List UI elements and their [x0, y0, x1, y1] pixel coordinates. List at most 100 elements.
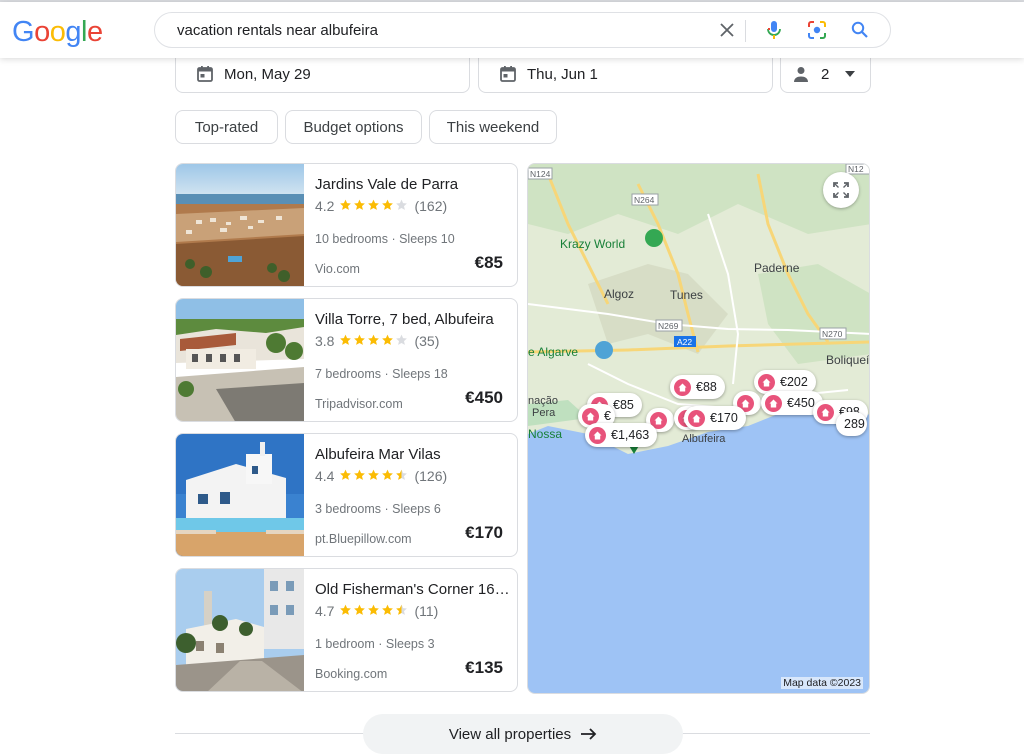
- checkout-date-picker[interactable]: Thu, Jun 1: [478, 56, 773, 93]
- guests-selector[interactable]: 2: [780, 56, 871, 93]
- view-all-label: View all properties: [448, 725, 572, 743]
- listing-rating: 3.8 (35): [315, 333, 439, 349]
- search-icon[interactable]: [848, 18, 872, 42]
- property-photo: [176, 164, 304, 286]
- microphone-icon[interactable]: [762, 18, 786, 42]
- star-icon: [395, 333, 409, 349]
- place-label: Tunes: [670, 288, 703, 302]
- price-badge: €135: [459, 653, 509, 683]
- star-icon: [339, 468, 353, 484]
- park-marker-icon[interactable]: [645, 229, 663, 247]
- listing-details: 1 bedroom · Sleeps 3: [315, 637, 435, 651]
- property-photo: [176, 299, 304, 421]
- star-icon: [367, 468, 381, 484]
- listing-rating: 4.7 (11): [315, 603, 438, 619]
- listing-title[interactable]: Jardins Vale de Parra: [315, 176, 511, 193]
- listing-source: Tripadvisor.com: [315, 397, 403, 411]
- clear-icon[interactable]: [715, 18, 739, 42]
- house-icon: [688, 409, 705, 427]
- listing-card[interactable]: €170 Albufeira Mar Vilas 4.4 (126) 3 bed…: [175, 433, 518, 557]
- star-icon: [339, 333, 353, 349]
- bedrooms: 3 bedrooms: [315, 502, 382, 516]
- price-pin[interactable]: €1,463: [585, 423, 658, 447]
- listing-details: 7 bedrooms · Sleeps 18: [315, 367, 448, 381]
- house-icon: [765, 394, 782, 412]
- place-label: e Algarve: [528, 345, 578, 359]
- place-label: Krazy World: [560, 237, 625, 251]
- checkin-date-picker[interactable]: Mon, May 29: [175, 56, 470, 93]
- pin-price: €1,463: [611, 428, 650, 442]
- house-icon: [817, 403, 834, 421]
- listing-title[interactable]: Old Fisherman's Corner 16 ...: [315, 581, 511, 598]
- chip-top-rated[interactable]: Top-rated: [175, 110, 278, 144]
- bedrooms: 7 bedrooms: [315, 367, 382, 381]
- rating-value: 4.4: [315, 468, 335, 484]
- review-count: (11): [414, 603, 439, 619]
- chevron-down-icon: [845, 71, 856, 77]
- star-icon: [339, 603, 353, 619]
- star-rating: [339, 468, 409, 484]
- road-label: N12: [848, 164, 864, 174]
- calendar-icon: [197, 66, 213, 82]
- pin-price: €85: [613, 398, 634, 412]
- fullscreen-icon: [833, 182, 849, 198]
- listing-title[interactable]: Villa Torre, 7 bed, Albufeira: [315, 311, 511, 328]
- star-icon: [353, 468, 367, 484]
- price-badge: €85: [468, 248, 509, 278]
- star-icon: [381, 333, 395, 349]
- listing-source: Vio.com: [315, 262, 360, 276]
- rentals-map[interactable]: N124 N264 N269 A22 N270 N12 Krazy World …: [527, 163, 870, 694]
- star-icon: [367, 603, 381, 619]
- road-label: N264: [634, 195, 655, 205]
- star-icon: [381, 198, 395, 214]
- lens-icon[interactable]: [805, 18, 829, 42]
- price-pin[interactable]: €88: [670, 375, 725, 399]
- property-photo: [176, 569, 304, 691]
- chip-this-weekend[interactable]: This weekend: [429, 110, 557, 144]
- listing-card[interactable]: €450 Villa Torre, 7 bed, Albufeira 3.8 (…: [175, 298, 518, 422]
- price-pin[interactable]: €170: [684, 406, 746, 430]
- review-count: (126): [414, 468, 448, 484]
- star-rating: [339, 333, 409, 349]
- listing-title[interactable]: Albufeira Mar Vilas: [315, 446, 511, 463]
- star-icon: [367, 333, 381, 349]
- house-icon: [674, 378, 691, 396]
- view-all-properties-button[interactable]: View all properties: [363, 714, 683, 754]
- listing-rating: 4.4 (126): [315, 468, 447, 484]
- arrow-right-icon: [581, 728, 597, 740]
- search-divider: [745, 20, 746, 42]
- review-count: (35): [414, 333, 440, 349]
- price-pin[interactable]: 289: [836, 412, 867, 436]
- expand-map-button[interactable]: [823, 172, 859, 208]
- sleeps: Sleeps 6: [392, 502, 441, 516]
- listing-source: Booking.com: [315, 667, 388, 681]
- pin-price: €: [604, 409, 611, 423]
- pin-price: €450: [787, 396, 815, 410]
- star-icon: [381, 603, 395, 619]
- listing-details: 10 bedrooms · Sleeps 10: [315, 232, 455, 246]
- property-photo: [176, 434, 304, 556]
- search-header: Google vacation rentals near albufeira: [0, 2, 1024, 58]
- bedrooms: 1 bedroom: [315, 637, 375, 651]
- road-label: N270: [822, 329, 843, 339]
- search-input[interactable]: vacation rentals near albufeira: [177, 22, 378, 39]
- listing-rating: 4.2 (162): [315, 198, 447, 214]
- star-rating: [339, 198, 409, 214]
- attraction-marker-icon[interactable]: [595, 341, 613, 359]
- place-label: Pera: [532, 407, 556, 419]
- sleeps: Sleeps 10: [399, 232, 455, 246]
- person-icon: [794, 67, 808, 82]
- listing-card[interactable]: €85 Jardins Vale de Parra 4.2 (162) 10 b…: [175, 163, 518, 287]
- house-icon: [589, 426, 606, 444]
- google-logo[interactable]: Google: [12, 16, 103, 49]
- star-icon: [353, 603, 367, 619]
- star-icon: [367, 198, 381, 214]
- chip-budget-options[interactable]: Budget options: [285, 110, 422, 144]
- star-icon: [395, 198, 409, 214]
- pin-price: 289: [844, 417, 865, 431]
- search-box[interactable]: vacation rentals near albufeira: [154, 12, 891, 48]
- listing-card[interactable]: €135 Old Fisherman's Corner 16 ... 4.7 (…: [175, 568, 518, 692]
- bedrooms: 10 bedrooms: [315, 232, 388, 246]
- star-icon: [353, 333, 367, 349]
- house-icon: [582, 407, 599, 425]
